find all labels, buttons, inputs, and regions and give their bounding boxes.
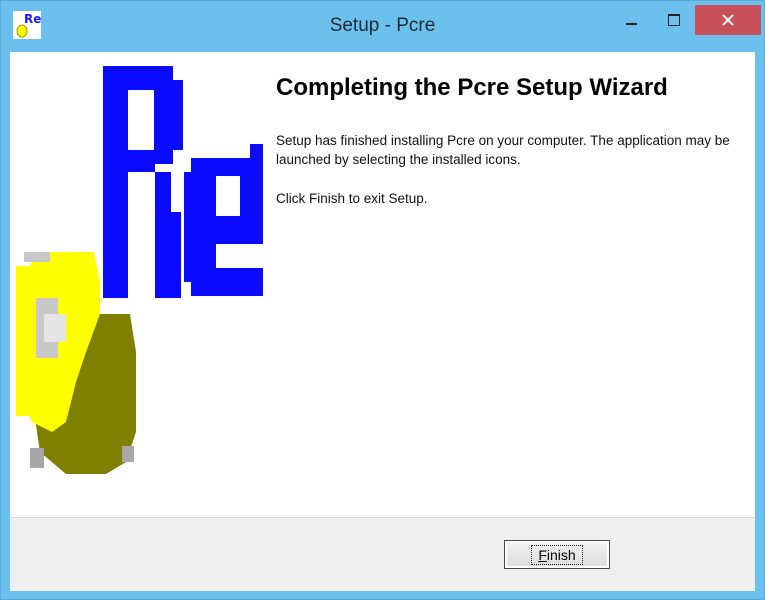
title-bar[interactable]: Re Setup - Pcre [1, 1, 764, 51]
close-button[interactable] [695, 5, 761, 35]
finish-label-rest: inish [546, 546, 576, 563]
page-title: Completing the Pcre Setup Wizard [276, 74, 668, 101]
finish-mnemonic: F [538, 546, 547, 563]
minimize-button[interactable] [608, 5, 654, 35]
finish-button[interactable]: Finish [504, 540, 610, 569]
finish-button-label: Finish [531, 544, 583, 565]
maximize-button[interactable] [654, 5, 694, 35]
exit-instruction: Click Finish to exit Setup. [276, 191, 428, 206]
pcre-logo-banner [10, 52, 266, 517]
close-icon [722, 14, 734, 26]
minimize-icon [625, 23, 637, 25]
maximize-icon [668, 14, 680, 26]
wizard-content: Completing the Pcre Setup Wizard Setup h… [10, 52, 755, 517]
completion-message: Setup has finished installing Pcre on yo… [276, 133, 730, 167]
setup-window: Re Setup - Pcre Completing the Pcre Setu… [0, 0, 765, 600]
button-bar: Finish [10, 517, 755, 591]
